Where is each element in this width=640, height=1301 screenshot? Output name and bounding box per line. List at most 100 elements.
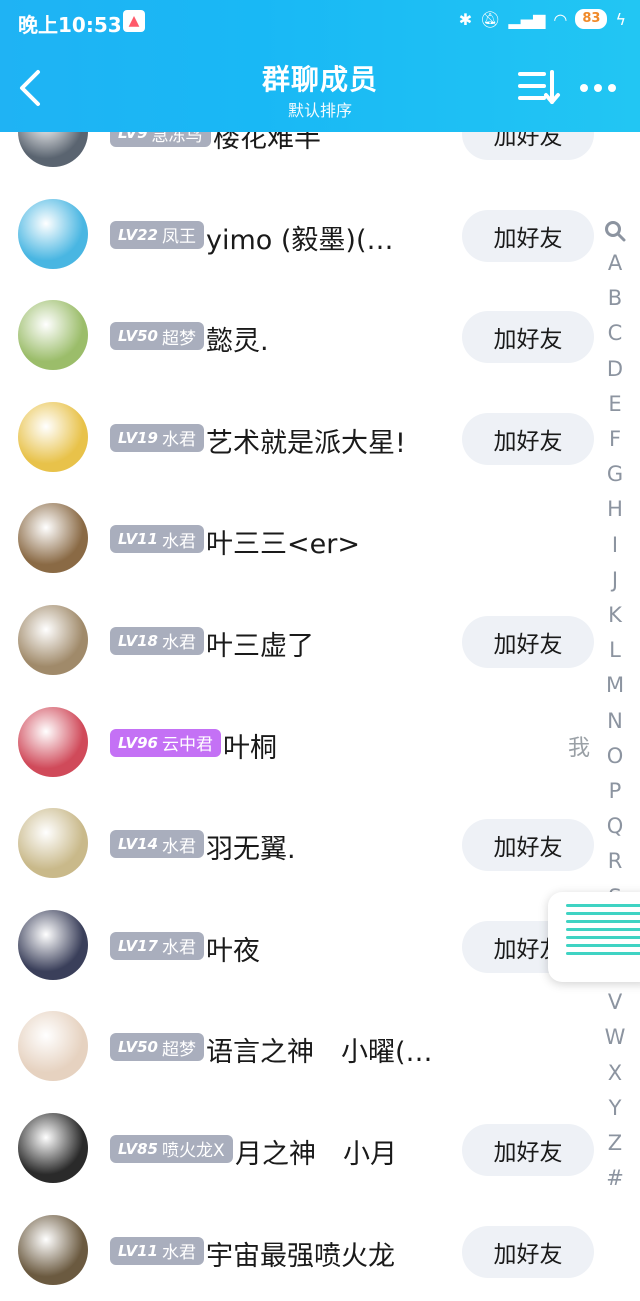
level-number: LV50 xyxy=(118,1038,158,1057)
member-row[interactable]: LV50 超梦 懿灵. 加好友 xyxy=(0,285,640,387)
level-title: 超梦 xyxy=(161,1039,196,1060)
level-title: 水君 xyxy=(161,836,196,857)
level-badge: LV18 水君 xyxy=(110,626,204,655)
level-number: LV11 xyxy=(118,530,158,549)
add-friend-button[interactable]: 加好友 xyxy=(462,311,594,364)
sort-button[interactable] xyxy=(518,70,562,106)
index-letter[interactable]: L xyxy=(600,633,630,668)
member-row[interactable]: LV96 云中君 叶桐 我 xyxy=(0,692,640,794)
more-dot-icon xyxy=(608,84,616,92)
level-title: 云中君 xyxy=(161,735,213,756)
wifi-icon: ◠ xyxy=(553,9,568,29)
level-badge: LV17 水君 xyxy=(110,931,204,960)
level-title: 超梦 xyxy=(161,328,196,349)
index-letter[interactable]: Z xyxy=(600,1126,630,1161)
avatar[interactable] xyxy=(18,401,88,472)
member-row[interactable]: LV50 超梦 语言之神 小曜(… xyxy=(0,996,640,1098)
index-letter[interactable]: # xyxy=(600,1161,630,1196)
charging-icon: ϟ xyxy=(615,9,626,29)
more-options-button[interactable] xyxy=(580,74,624,102)
member-row[interactable]: LV14 水君 羽无翼. 加好友 xyxy=(0,793,640,895)
avatar[interactable] xyxy=(18,909,88,980)
signal-icon: ▂▄▆ xyxy=(508,9,546,29)
member-name: 叶三三<er> xyxy=(206,529,360,561)
avatar[interactable] xyxy=(18,503,88,574)
member-row[interactable]: LV22 凤王 yimo (毅墨)(… 加好友 xyxy=(0,184,640,286)
add-friend-button[interactable]: 加好友 xyxy=(462,1225,594,1278)
index-letter[interactable]: V xyxy=(600,985,630,1020)
member-name: 羽无翼. xyxy=(206,834,296,866)
avatar[interactable] xyxy=(18,300,88,371)
level-number: LV18 xyxy=(118,631,158,650)
index-letter[interactable]: N xyxy=(600,704,630,739)
member-name: 宇宙最强喷火龙 xyxy=(206,1240,395,1272)
member-row[interactable]: LV85 喷火龙X 月之神 小月 加好友 xyxy=(0,1098,640,1200)
avatar[interactable] xyxy=(18,706,88,777)
avatar[interactable] xyxy=(18,198,88,269)
member-row[interactable]: LV11 水君 宇宙最强喷火龙 加好友 xyxy=(0,1200,640,1301)
member-row[interactable]: LV19 水君 艺术就是派大星! 加好友 xyxy=(0,387,640,489)
index-letter[interactable]: E xyxy=(600,387,630,422)
level-title: 凤王 xyxy=(161,227,196,248)
add-friend-button[interactable]: 加好友 xyxy=(462,819,594,872)
member-name: 语言之神 小曜(… xyxy=(206,1037,433,1069)
level-badge: LV50 超梦 xyxy=(110,1033,204,1062)
add-friend-button[interactable]: 加好友 xyxy=(462,412,594,465)
index-letter[interactable]: F xyxy=(600,422,630,457)
add-friend-button[interactable]: 加好友 xyxy=(462,209,594,262)
level-number: LV11 xyxy=(118,1241,158,1260)
member-name: 叶夜 xyxy=(206,935,260,967)
sort-icon xyxy=(518,70,560,104)
index-letter[interactable]: K xyxy=(600,598,630,633)
index-letter[interactable]: X xyxy=(600,1056,630,1091)
more-dot-icon xyxy=(594,84,602,92)
self-label: 我 xyxy=(568,735,591,761)
add-friend-button[interactable]: 加好友 xyxy=(462,1123,594,1176)
index-letter[interactable]: A xyxy=(600,246,630,281)
member-row[interactable]: LV17 水君 叶夜 加好友 xyxy=(0,895,640,997)
index-letter[interactable]: B xyxy=(600,281,630,316)
index-letter[interactable]: P xyxy=(600,774,630,809)
level-title: 水君 xyxy=(161,1243,196,1264)
index-letter[interactable]: R xyxy=(600,844,630,879)
index-letter[interactable]: W xyxy=(600,1020,630,1055)
index-letter[interactable]: G xyxy=(600,457,630,492)
level-badge: LV14 水君 xyxy=(110,830,204,859)
member-row[interactable]: LV18 水君 叶三虚了 加好友 xyxy=(0,590,640,692)
level-title: 水君 xyxy=(161,938,196,959)
index-letter[interactable]: H xyxy=(600,492,630,527)
level-badge: LV22 凤王 xyxy=(110,220,204,249)
add-friend-button[interactable]: 加好友 xyxy=(462,615,594,668)
level-number: LV85 xyxy=(118,1139,158,1158)
more-dot-icon xyxy=(580,84,588,92)
avatar[interactable] xyxy=(18,604,88,675)
avatar[interactable] xyxy=(18,1214,88,1285)
app-notification-icon: ▲ xyxy=(123,10,145,32)
index-letter[interactable]: M xyxy=(600,668,630,703)
level-number: LV17 xyxy=(118,936,158,955)
floating-helper-widget[interactable] xyxy=(548,892,640,982)
level-title: 水君 xyxy=(161,531,196,552)
member-name: 懿灵. xyxy=(206,326,269,358)
member-name: yimo (毅墨)(… xyxy=(206,224,394,256)
top-bar: 晚上10:53 ▲ ✱ 🔕︎ ▂▄▆ ◠ 83 ϟ 群聊成员 默认排序 xyxy=(0,0,640,132)
index-letter[interactable]: O xyxy=(600,739,630,774)
level-badge: LV11 水君 xyxy=(110,525,204,554)
avatar[interactable] xyxy=(18,808,88,879)
search-icon[interactable] xyxy=(600,216,630,246)
index-letter[interactable]: D xyxy=(600,352,630,387)
index-letter[interactable]: Q xyxy=(600,809,630,844)
alphabet-index[interactable]: ABCDEFGHIJKLMNOPQRSTUVWXYZ# xyxy=(600,216,630,1196)
member-list[interactable]: LV9 急冻鸟 楼花难半 加好友 LV22 凤王 yimo (毅墨)(… 加好友 LV50 超梦懿… xyxy=(0,82,640,1301)
bluetooth-icon: ✱ xyxy=(458,9,473,29)
index-letter[interactable]: C xyxy=(600,316,630,351)
member-name: 叶桐 xyxy=(223,732,277,764)
avatar[interactable] xyxy=(18,1112,88,1183)
avatar[interactable] xyxy=(18,1011,88,1082)
index-letter[interactable]: J xyxy=(600,563,630,598)
level-badge: LV85 喷火龙X xyxy=(110,1134,233,1163)
index-letter[interactable]: Y xyxy=(600,1091,630,1126)
member-row[interactable]: LV11 水君 叶三三<er> xyxy=(0,488,640,590)
status-time: 晚上10:53 xyxy=(18,13,122,37)
index-letter[interactable]: I xyxy=(600,528,630,563)
